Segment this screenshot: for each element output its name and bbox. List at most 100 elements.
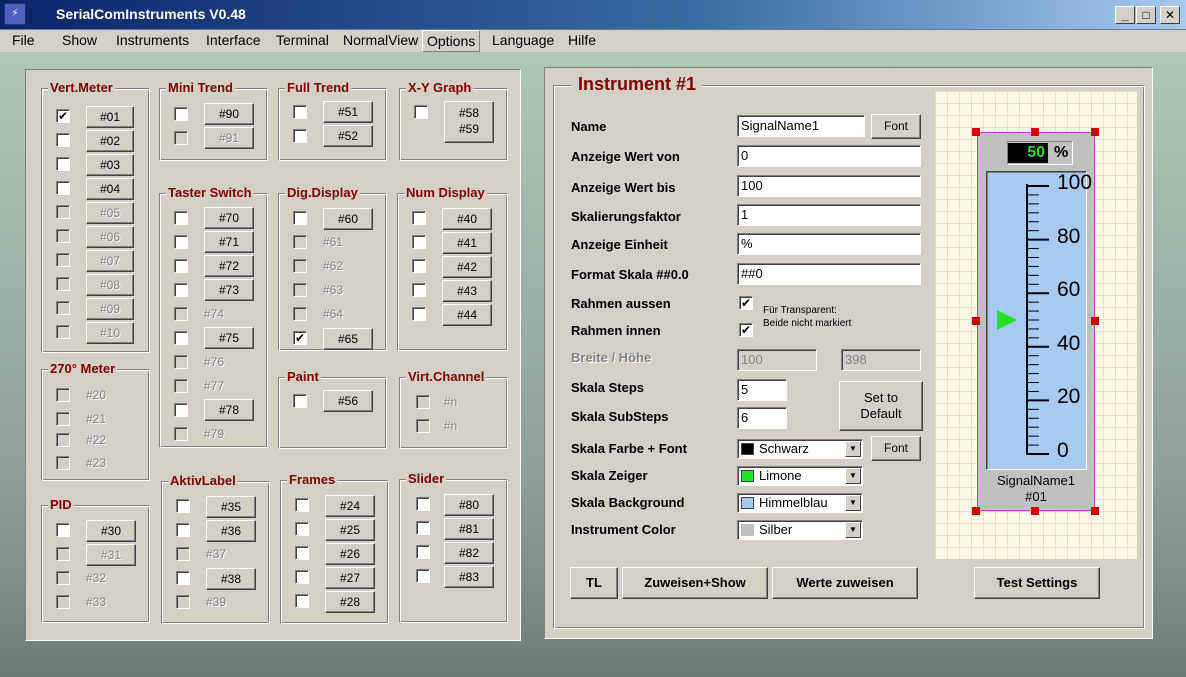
button-82[interactable]: #82 <box>444 542 494 564</box>
app-icon[interactable]: ⚡ <box>4 3 26 25</box>
button-38[interactable]: #38 <box>206 568 256 590</box>
button-27[interactable]: #27 <box>325 567 375 589</box>
checkbox-70[interactable] <box>174 211 188 225</box>
checkbox-73[interactable] <box>174 283 188 297</box>
chevron-down-icon[interactable]: ▼ <box>845 522 861 538</box>
wert-von-field[interactable]: 0 <box>737 145 921 167</box>
werte-zuweisen-button[interactable]: Werte zuweisen <box>772 567 918 599</box>
chevron-down-icon[interactable]: ▼ <box>845 468 861 484</box>
checkbox-04[interactable] <box>56 181 70 195</box>
checkbox-25[interactable] <box>295 522 309 536</box>
checkbox-65[interactable]: ✔ <box>293 331 307 345</box>
button-90[interactable]: #90 <box>204 103 254 125</box>
resize-handle[interactable] <box>1031 507 1039 515</box>
checkbox-56[interactable] <box>293 394 307 408</box>
checkbox-78[interactable] <box>174 403 188 417</box>
resize-handle[interactable] <box>972 507 980 515</box>
resize-handle[interactable] <box>1091 507 1099 515</box>
button-36[interactable]: #36 <box>206 520 256 542</box>
button-65[interactable]: #65 <box>323 328 373 350</box>
button-70[interactable]: #70 <box>204 207 254 229</box>
menu-instruments[interactable]: Instruments <box>114 30 191 52</box>
button-78[interactable]: #78 <box>204 399 254 421</box>
button-28[interactable]: #28 <box>325 591 375 613</box>
checkbox-30[interactable] <box>56 523 70 537</box>
zuweisen-show-button[interactable]: Zuweisen+Show <box>622 567 768 599</box>
test-settings-button[interactable]: Test Settings <box>974 567 1100 599</box>
checkbox-26[interactable] <box>295 546 309 560</box>
checkbox-24[interactable] <box>295 498 309 512</box>
maximize-button[interactable]: □ <box>1136 6 1156 24</box>
vertical-meter-preview[interactable]: 50 % 100 80 60 40 20 0 SignalName1 #01 <box>977 132 1095 511</box>
name-field[interactable]: SignalName1 <box>737 115 865 137</box>
checkbox-01[interactable]: ✔ <box>56 109 70 123</box>
name-font-button[interactable]: Font <box>871 114 921 139</box>
substeps-field[interactable]: 6 <box>737 407 787 429</box>
checkbox-75[interactable] <box>174 331 188 345</box>
button-75[interactable]: #75 <box>204 327 254 349</box>
instr-color-select[interactable]: Silber ▼ <box>737 520 863 540</box>
button-04[interactable]: #04 <box>86 178 134 200</box>
checkbox-27[interactable] <box>295 570 309 584</box>
skalierung-field[interactable]: 1 <box>737 204 921 226</box>
rahmen-innen-checkbox[interactable]: ✔ <box>739 323 753 337</box>
resize-handle[interactable] <box>972 128 980 136</box>
set-to-default-button[interactable]: Set to Default <box>839 381 923 431</box>
button-51[interactable]: #51 <box>323 101 373 123</box>
checkbox-71[interactable] <box>174 235 188 249</box>
button-03[interactable]: #03 <box>86 154 134 176</box>
button-02[interactable]: #02 <box>86 130 134 152</box>
format-field[interactable]: ##0 <box>737 263 921 285</box>
checkbox-81[interactable] <box>416 521 430 535</box>
resize-handle[interactable] <box>972 317 980 325</box>
checkbox-82[interactable] <box>416 545 430 559</box>
button-56[interactable]: #56 <box>323 390 373 412</box>
button-01[interactable]: #01 <box>86 106 134 128</box>
menu-file[interactable]: File <box>10 30 37 52</box>
checkbox-03[interactable] <box>56 157 70 171</box>
checkbox-51[interactable] <box>293 105 307 119</box>
checkbox-80[interactable] <box>416 497 430 511</box>
button-25[interactable]: #25 <box>325 519 375 541</box>
menu-terminal[interactable]: Terminal <box>274 30 331 52</box>
button-44[interactable]: #44 <box>442 304 492 326</box>
checkbox-83[interactable] <box>416 569 430 583</box>
checkbox-58[interactable] <box>414 105 428 119</box>
button-24[interactable]: #24 <box>325 495 375 517</box>
checkbox-42[interactable] <box>412 259 426 273</box>
checkbox-35[interactable] <box>176 499 190 513</box>
menu-hilfe[interactable]: Hilfe <box>566 30 598 52</box>
button-73[interactable]: #73 <box>204 279 254 301</box>
button-52[interactable]: #52 <box>323 125 373 147</box>
checkbox-60[interactable] <box>293 211 307 225</box>
button-41[interactable]: #41 <box>442 232 492 254</box>
button-60[interactable]: #60 <box>323 208 373 230</box>
menu-language[interactable]: Language <box>490 30 556 52</box>
einheit-field[interactable]: % <box>737 233 921 255</box>
button-43[interactable]: #43 <box>442 280 492 302</box>
resize-handle[interactable] <box>1091 128 1099 136</box>
rahmen-aussen-checkbox[interactable]: ✔ <box>739 296 753 310</box>
checkbox-72[interactable] <box>174 259 188 273</box>
menu-show[interactable]: Show <box>60 30 99 52</box>
menu-interface[interactable]: Interface <box>204 30 262 52</box>
button-71[interactable]: #71 <box>204 231 254 253</box>
zeiger-select[interactable]: Limone ▼ <box>737 466 863 486</box>
checkbox-90[interactable] <box>174 107 188 121</box>
button-40[interactable]: #40 <box>442 208 492 230</box>
button-81[interactable]: #81 <box>444 518 494 540</box>
menu-options[interactable]: Options <box>422 30 481 52</box>
checkbox-38[interactable] <box>176 571 190 585</box>
checkbox-41[interactable] <box>412 235 426 249</box>
menu-normalview[interactable]: NormalView <box>341 30 420 52</box>
button-42[interactable]: #42 <box>442 256 492 278</box>
minimize-button[interactable]: _ <box>1115 6 1135 24</box>
farbe-select[interactable]: Schwarz ▼ <box>737 439 863 459</box>
checkbox-02[interactable] <box>56 133 70 147</box>
background-select[interactable]: Himmelblau ▼ <box>737 493 863 513</box>
checkbox-43[interactable] <box>412 283 426 297</box>
checkbox-40[interactable] <box>412 211 426 225</box>
resize-handle[interactable] <box>1031 128 1039 136</box>
button-58-59[interactable]: #58 #59 <box>444 101 494 143</box>
checkbox-44[interactable] <box>412 307 426 321</box>
